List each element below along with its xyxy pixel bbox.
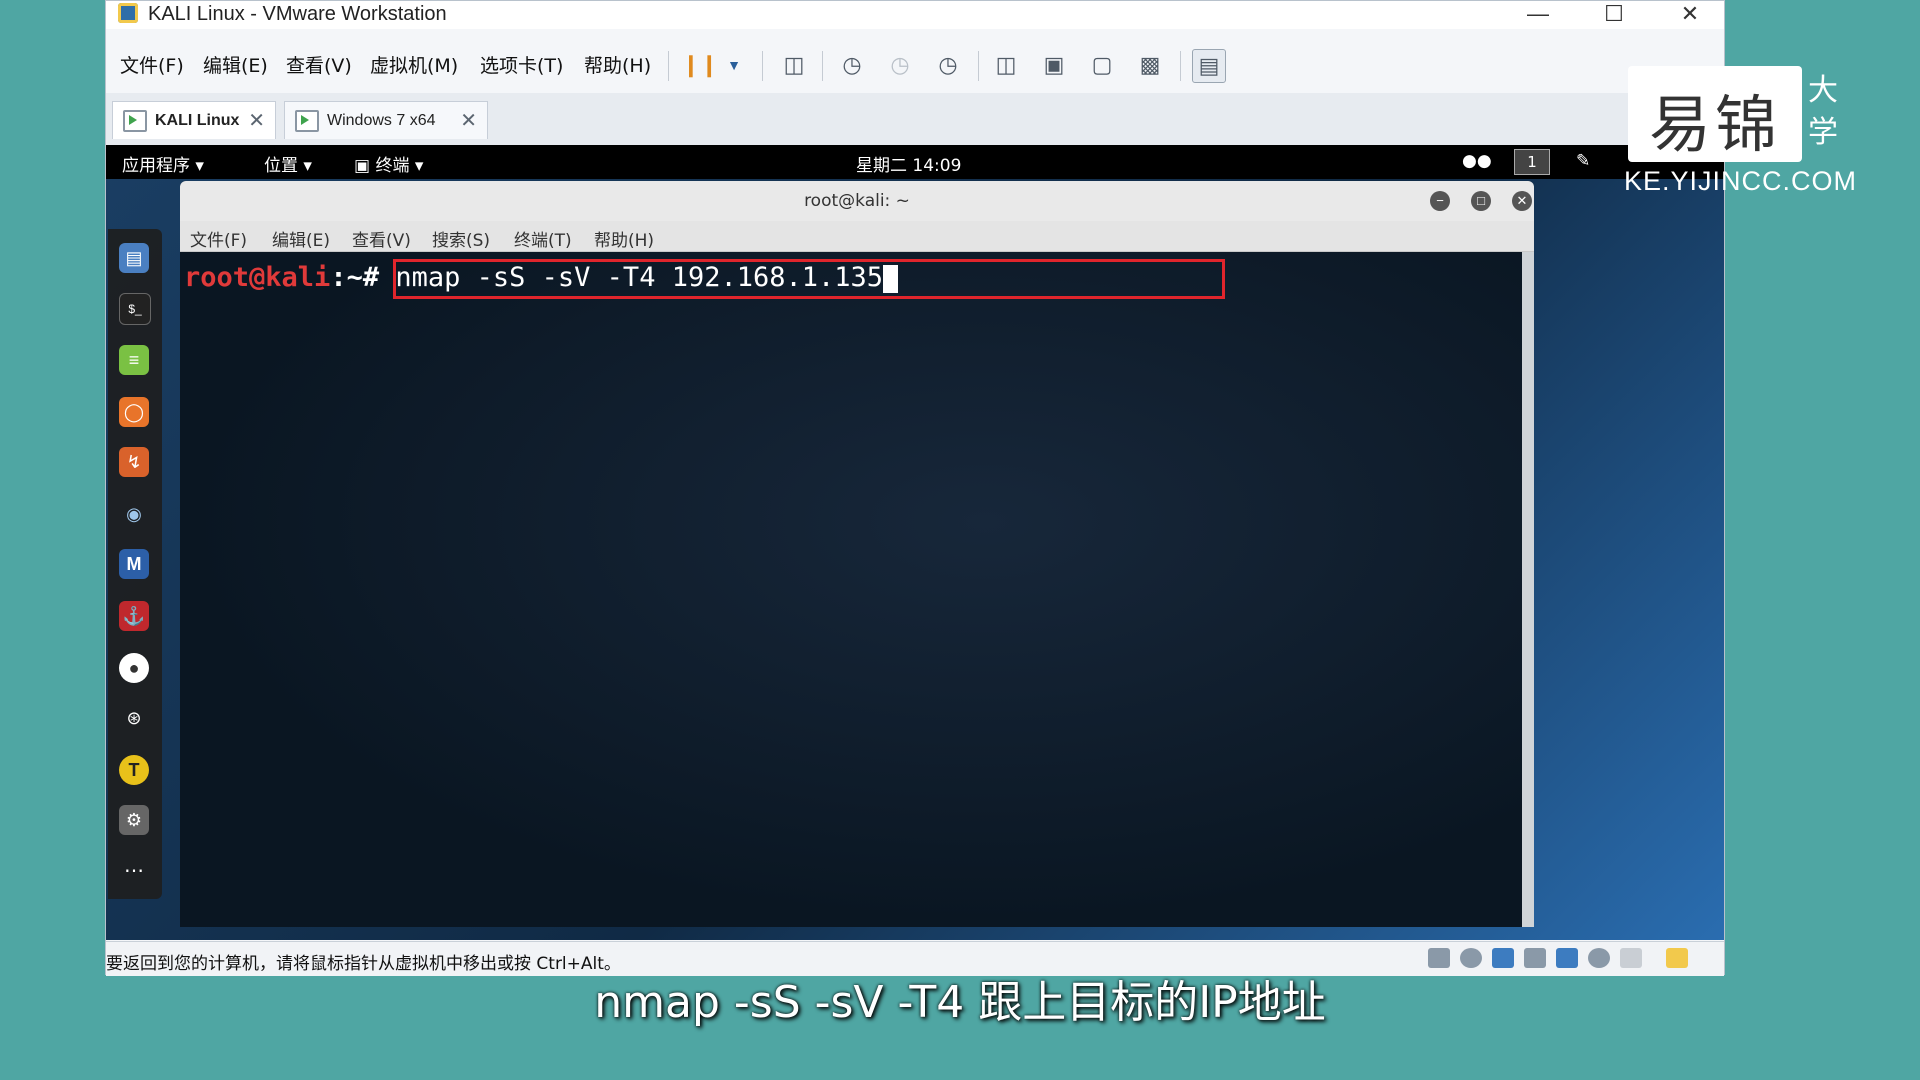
terminal-menu-edit[interactable]: 编辑(E) (272, 226, 330, 251)
menu-edit[interactable]: 编辑(E) (203, 51, 268, 78)
toolbar-separator (668, 51, 669, 81)
pause-icon[interactable]: ❙❙ (682, 49, 719, 81)
pen-icon[interactable]: ✎ (1576, 151, 1590, 171)
workspace-indicator[interactable]: 1 (1514, 149, 1550, 175)
minimize-button[interactable]: — (1508, 1, 1568, 29)
wireless-icon[interactable]: ⊛ (119, 703, 149, 733)
show-library-icon[interactable]: ◫ (990, 49, 1022, 81)
usb-icon[interactable] (1556, 948, 1578, 968)
console-view-icon[interactable]: ▤ (1192, 49, 1226, 83)
toolbar-separator (762, 51, 763, 81)
toolbar-separator (978, 51, 979, 81)
terminal-menu-view[interactable]: 查看(V) (352, 226, 411, 251)
places-label: 位置 (264, 156, 298, 176)
hard-disk-icon[interactable] (1428, 948, 1450, 968)
message-icon[interactable] (1666, 948, 1688, 968)
snapshot-manager-icon[interactable]: ◷ (932, 49, 964, 81)
full-screen-icon[interactable]: ▢ (1086, 49, 1118, 81)
terminal-maximize-icon[interactable]: □ (1471, 191, 1491, 211)
tab-label: KALI Linux (155, 111, 240, 129)
snapshot-icon[interactable]: ◷ (836, 49, 868, 81)
users-icon[interactable]: ●● (1462, 151, 1492, 171)
applications-menu[interactable]: 应用程序 ▾ (122, 151, 204, 176)
terminal-app-icon: ▣ (354, 156, 371, 176)
unity-icon[interactable]: ▩ (1134, 49, 1166, 81)
terminal-menu-terminal[interactable]: 终端(T) (514, 226, 572, 251)
watermark-side-text: 大学 (1808, 73, 1838, 150)
terminal-minimize-icon[interactable]: − (1430, 191, 1450, 211)
video-subtitle: nmap -sS -sV -T4 跟上目标的IP地址 (594, 977, 1326, 1028)
applications-label: 应用程序 (122, 156, 190, 176)
vm-tab-strip: KALI Linux ✕ Windows 7 x64 ✕ (106, 93, 1724, 146)
menu-bar: 文件(F) 编辑(E) 查看(V) 虚拟机(M) 选项卡(T) 帮助(H) ❙❙… (106, 41, 1724, 87)
files-icon[interactable]: ▤ (119, 243, 149, 273)
menu-help[interactable]: 帮助(H) (584, 51, 651, 78)
gnome-top-bar: 应用程序 ▾ 位置 ▾ ▣ 终端 ▾ 星期二 14:09 ●● 1 ✎ (106, 145, 1724, 179)
armitage-icon[interactable]: ⚓ (119, 601, 149, 631)
tool-icon[interactable]: T (119, 755, 149, 785)
settings-icon[interactable]: ⚙ (119, 805, 149, 835)
terminal-app-menu[interactable]: ▣ 终端 ▾ (354, 151, 423, 176)
cd-rom-icon[interactable] (1460, 948, 1482, 968)
toolbar-separator (1180, 51, 1181, 81)
printer-icon[interactable] (1524, 948, 1546, 968)
firefox-icon[interactable]: ◯ (119, 397, 149, 427)
toolbar-separator (822, 51, 823, 81)
dock: ▤ $_ ≡ ◯ ↯ ◉ M ⚓ ● ⊛ T ⚙ ⋯ (108, 229, 162, 899)
prompt-path: :~# (330, 262, 380, 293)
menu-tabs[interactable]: 选项卡(T) (480, 51, 563, 78)
close-button[interactable]: ✕ (1660, 1, 1720, 29)
terminal-body[interactable]: root@kali:~# nmap -sS -sV -T4 192.168.1.… (180, 252, 1522, 927)
prompt-user: root@kali (184, 262, 331, 293)
watermark-logo-box: 易锦 (1628, 66, 1802, 162)
terminal-menu-bar: 文件(F) 编辑(E) 查看(V) 搜索(S) 终端(T) 帮助(H) (180, 221, 1534, 252)
tab-windows-7[interactable]: Windows 7 x64 ✕ (284, 101, 488, 139)
clock[interactable]: 星期二 14:09 (856, 151, 961, 176)
terminal-title: root@kali: ~ (804, 191, 910, 211)
close-tab-icon[interactable]: ✕ (460, 108, 477, 133)
terminal-menu-search[interactable]: 搜索(S) (432, 226, 490, 251)
vmware-app-icon (118, 3, 138, 23)
terminal-window[interactable]: root@kali: ~ − □ ✕ 文件(F) 编辑(E) 查看(V) 搜索(… (180, 181, 1534, 927)
metasploit-icon[interactable]: M (119, 549, 149, 579)
maltego-icon[interactable]: ● (119, 653, 149, 683)
command-highlight-box (393, 259, 1225, 299)
watermark-url: KE.YIJINCC.COM (1624, 166, 1858, 196)
menu-view[interactable]: 查看(V) (286, 51, 352, 78)
terminal-titlebar: root@kali: ~ − □ ✕ (180, 181, 1534, 221)
menu-vm[interactable]: 虚拟机(M) (370, 51, 458, 78)
send-ctrl-alt-del-icon[interactable]: ◫ (778, 49, 810, 81)
revert-snapshot-icon[interactable]: ◷ (884, 49, 916, 81)
terminal-app-label: 终端 (375, 156, 410, 176)
sound-icon[interactable] (1588, 948, 1610, 968)
terminal-scrollbar[interactable] (1522, 252, 1534, 927)
terminal-dock-icon[interactable]: $_ (119, 293, 151, 325)
display-icon[interactable] (1620, 948, 1642, 968)
terminal-menu-file[interactable]: 文件(F) (190, 226, 247, 251)
pause-dropdown-icon[interactable]: ▼ (718, 49, 750, 81)
terminal-close-icon[interactable]: ✕ (1512, 191, 1532, 211)
maximize-button[interactable]: ☐ (1584, 1, 1644, 29)
thumbnail-bar-icon[interactable]: ▣ (1038, 49, 1070, 81)
network-icon[interactable] (1492, 948, 1514, 968)
notes-icon[interactable]: ≡ (119, 345, 149, 375)
vmware-window: KALI Linux - VMware Workstation — ☐ ✕ 文件… (105, 0, 1725, 976)
terminal-menu-help[interactable]: 帮助(H) (594, 226, 654, 251)
burpsuite-icon[interactable]: ↯ (119, 447, 149, 477)
tab-kali-linux[interactable]: KALI Linux ✕ (112, 101, 276, 139)
menu-file[interactable]: 文件(F) (120, 51, 184, 78)
eye-icon[interactable]: ◉ (119, 499, 149, 529)
show-apps-icon[interactable]: ⋯ (119, 855, 149, 885)
watermark-logo: 易锦 (1648, 88, 1781, 161)
places-menu[interactable]: 位置 ▾ (264, 151, 312, 176)
window-title: KALI Linux - VMware Workstation (148, 3, 447, 25)
close-tab-icon[interactable]: ✕ (248, 108, 265, 133)
guest-screen[interactable]: 应用程序 ▾ 位置 ▾ ▣ 终端 ▾ 星期二 14:09 ●● 1 ✎ ▤ $_… (106, 145, 1724, 940)
vm-running-icon (123, 109, 147, 132)
tab-label: Windows 7 x64 (327, 111, 436, 129)
vm-running-icon (295, 109, 319, 132)
title-bar: KALI Linux - VMware Workstation — ☐ ✕ (106, 1, 1724, 29)
